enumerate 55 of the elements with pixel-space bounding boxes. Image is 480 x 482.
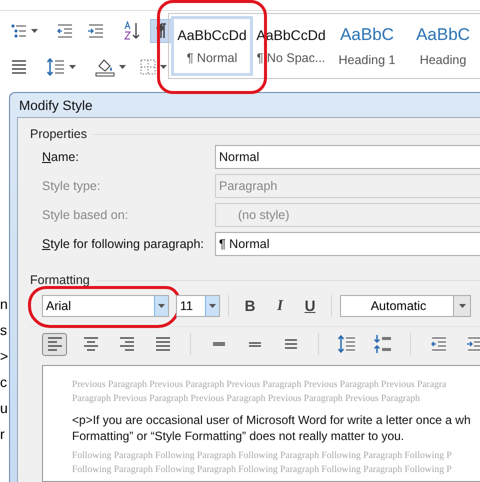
- justify-icon: [10, 60, 28, 74]
- borders-icon: [139, 58, 157, 76]
- document-text: u: [0, 400, 9, 416]
- preview-text: Paragraph Previous Paragraph Previous Paragraph Previous Paragraph Previous Paragraph: [72, 392, 421, 406]
- input-field[interactable]: ¶ Normal: [215, 232, 480, 256]
- align-center-icon: [82, 337, 100, 351]
- decrease-indent-icon: [430, 335, 448, 353]
- caret-icon: [209, 304, 216, 308]
- preview-text: Following Paragraph Following Paragraph Following Paragraph Following Paragraph Following P: [72, 463, 453, 477]
- color-dropdown[interactable]: Automatic: [340, 295, 471, 317]
- style-option[interactable]: AaBbCcDd ¶ Normal: [171, 16, 253, 76]
- space-before-icon: [372, 334, 392, 354]
- input-field[interactable]: Normal: [215, 144, 480, 168]
- line-spacing-icon: [46, 57, 66, 77]
- group-title: Formatting: [30, 273, 90, 287]
- field-label: Style type:: [42, 178, 102, 192]
- line-spacing-icon: [336, 334, 356, 354]
- preview-text: Previous Paragraph Previous Paragraph Previous Paragraph Previous Paragraph Previous Paragra: [72, 378, 448, 392]
- preview-text: <p>If you are occasional user of Microsoft Word for write a letter once a wh: [72, 412, 472, 428]
- font-dropdown[interactable]: Arial: [42, 295, 169, 317]
- align-left-icon: [46, 337, 64, 351]
- italic-button[interactable]: I: [267, 294, 293, 318]
- size-dropdown[interactable]: 11: [176, 295, 220, 317]
- caret-icon: [158, 304, 165, 308]
- caret-icon: [160, 65, 167, 69]
- caret-icon: [458, 304, 466, 308]
- increase-indent-icon: [466, 335, 480, 353]
- align-right-icon: [118, 337, 136, 351]
- document-text: >: [0, 348, 9, 364]
- preview-text: Following Paragraph Following Paragraph Following Paragraph Following Paragraph Following P: [72, 449, 453, 463]
- document-text: s: [0, 322, 8, 338]
- field-label: Style for following paragraph:: [42, 236, 205, 250]
- style-option[interactable]: AaBbC Heading 1: [329, 16, 405, 76]
- field-label: Name:: [42, 150, 80, 164]
- preview-text: Formatting” or “Style Formatting” does not really matter to you.: [72, 428, 406, 444]
- sort-icon: [123, 21, 141, 41]
- justify-icon: [154, 337, 172, 351]
- decrease-indent-icon: [56, 22, 74, 40]
- underline-button[interactable]: U: [297, 294, 323, 318]
- multilevel-list-icon: [10, 22, 28, 40]
- style-option[interactable]: AaBbC Heading: [405, 16, 480, 76]
- format-button[interactable]: [42, 332, 67, 356]
- caret-icon: [119, 65, 126, 69]
- pilcrow-icon: [154, 22, 168, 40]
- dialog-title: Modify Style: [19, 98, 93, 112]
- increase-indent-icon: [87, 22, 105, 40]
- field-label: Style based on:: [42, 208, 130, 222]
- document-text: n: [0, 296, 9, 312]
- caret-icon: [69, 65, 76, 69]
- group-title: Properties: [30, 127, 87, 141]
- caret-icon: [31, 29, 38, 33]
- document-text: c: [0, 374, 8, 390]
- paint-bucket-icon: [94, 57, 116, 77]
- document-text: r: [0, 426, 6, 442]
- bold-button[interactable]: B: [237, 294, 263, 318]
